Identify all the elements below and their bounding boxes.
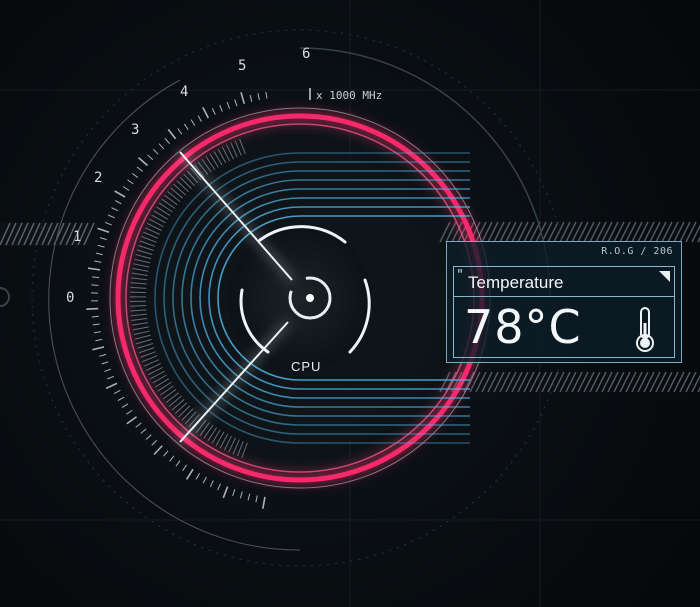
hub-center-dot: [306, 294, 314, 302]
unit-label: x 1000 MHz: [316, 89, 382, 102]
scale-label-1: 1: [73, 229, 81, 245]
temperature-value: 78°C: [464, 300, 582, 354]
temperature-panel: R.O.G / 206 " Temperature 78°C: [446, 241, 682, 363]
scale-label-0: 0: [66, 290, 74, 306]
scale-label-2: 2: [94, 170, 102, 186]
temperature-label: Temperature: [468, 273, 564, 292]
temperature-box: " Temperature 78°C: [453, 266, 675, 358]
scale-label-3: 3: [131, 122, 139, 138]
scale-label-6: 6: [302, 46, 310, 62]
quote-mark-icon: ": [457, 268, 463, 283]
cpu-label: CPU: [291, 359, 321, 374]
corner-triangle-icon: [659, 271, 670, 282]
panel-code: R.O.G / 206: [601, 246, 673, 257]
scale-label-4: 4: [180, 84, 188, 100]
thermometer-icon: [636, 307, 654, 352]
cpu-monitor-widget: 0 1 2 3 4 5 6 x 1000 MHz CPU R.O.G / 206…: [0, 0, 700, 607]
temperature-header: " Temperature: [454, 267, 674, 297]
hub: [228, 226, 372, 370]
scale-label-5: 5: [238, 58, 246, 74]
